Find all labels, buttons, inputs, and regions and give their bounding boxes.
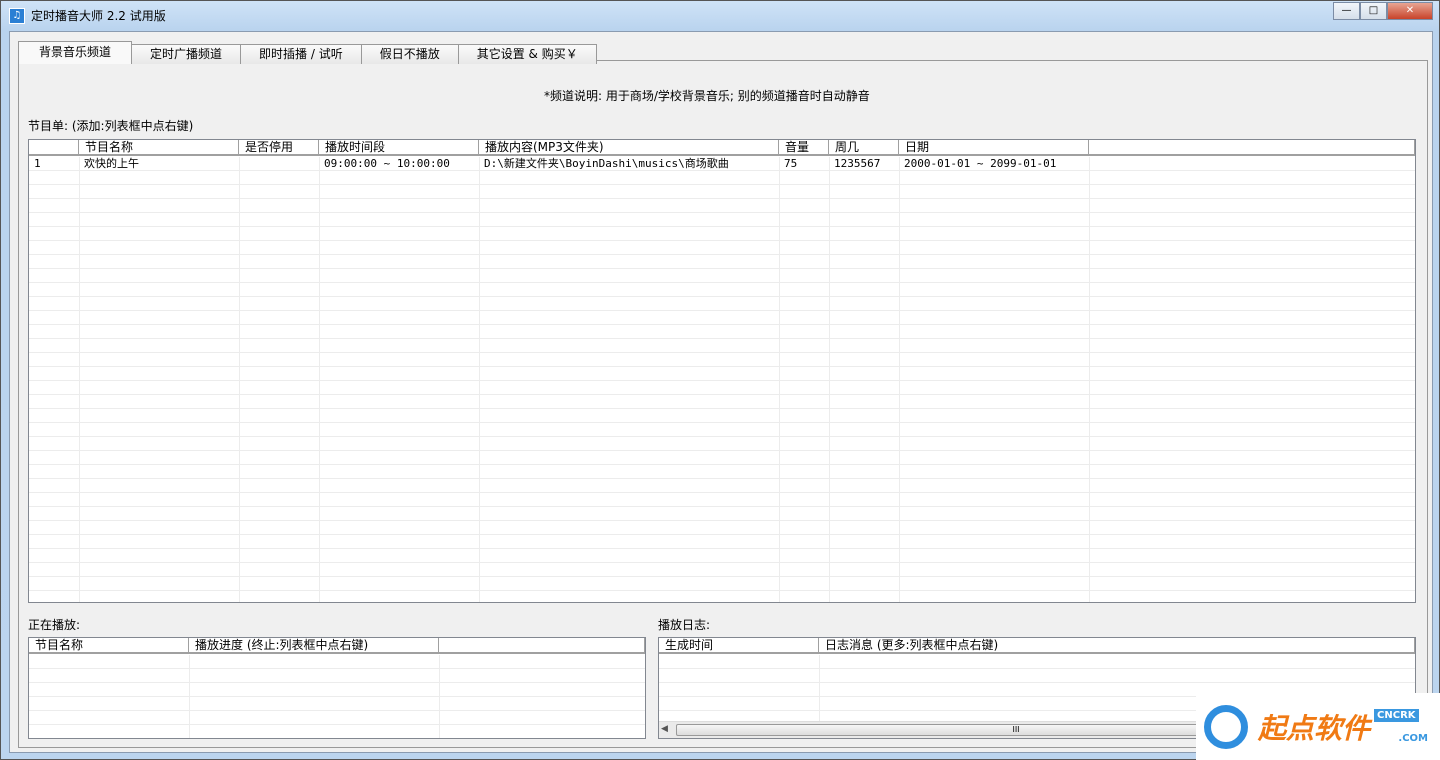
col-content[interactable]: 播放内容(MP3文件夹) — [479, 140, 779, 154]
cell-volume: 75 — [784, 157, 798, 170]
col-index[interactable] — [29, 140, 79, 154]
cell-extra — [1089, 157, 1415, 171]
col-extra — [1089, 140, 1415, 154]
maximize-button[interactable]: □ — [1360, 2, 1387, 20]
cell-weekday: 1235567 — [834, 157, 881, 170]
col-log-message[interactable]: 日志消息 (更多:列表框中点右键) — [819, 638, 1415, 652]
watermark-logo: 起点软件 CNCRK .COM — [1196, 693, 1440, 760]
tab-panel: *频道说明: 用于商场/学校背景音乐; 别的频道播音时自动静音 节目单: (添加… — [18, 60, 1428, 748]
close-button[interactable]: ✕ — [1387, 2, 1433, 20]
cell-content: D:\新建文件夹\BoyinDashi\musics\商场歌曲 — [484, 157, 729, 170]
col-volume[interactable]: 音量 — [779, 140, 829, 154]
program-table-body[interactable]: 1 欢快的上午 09:00:00 ~ 10:00:00 D:\新建文件夹\Boy… — [29, 157, 1415, 602]
col-date[interactable]: 日期 — [899, 140, 1089, 154]
now-playing-label: 正在播放: — [28, 618, 81, 632]
logo-ring-icon — [1204, 704, 1248, 749]
cell-date: 2000-01-01 ~ 2099-01-01 — [904, 157, 1057, 170]
col-disabled[interactable]: 是否停用 — [239, 140, 319, 154]
app-icon: ♫ — [9, 8, 25, 24]
col-program-name[interactable]: 节目名称 — [29, 638, 189, 652]
scroll-left-icon[interactable]: ◀ — [661, 724, 668, 734]
app-window: ♫ 定时播音大师 2.2 试用版 — □ ✕ *频道说明: 用于商场/学校背景音… — [0, 0, 1440, 760]
program-table-header: 节目名称 是否停用 播放时间段 播放内容(MP3文件夹) 音量 周几 日期 — [29, 140, 1415, 156]
program-table[interactable]: 节目名称 是否停用 播放时间段 播放内容(MP3文件夹) 音量 周几 日期 1 … — [28, 139, 1416, 603]
watermark-text: 起点软件 — [1258, 711, 1371, 745]
tab-instant-play[interactable]: 即时插播 / 试听 — [240, 44, 362, 64]
now-playing-header: 节目名称 播放进度 (终止:列表框中点右键) — [29, 638, 645, 654]
tab-bar: 背景音乐频道 定时广播频道 即时插播 / 试听 假日不播放 其它设置 & 购买￥ — [18, 41, 597, 64]
table-row[interactable]: 1 欢快的上午 09:00:00 ~ 10:00:00 D:\新建文件夹\Boy… — [29, 157, 1415, 171]
watermark-domain: .COM — [1398, 733, 1428, 744]
col-progress[interactable]: 播放进度 (终止:列表框中点右键) — [189, 638, 439, 652]
channel-description: *频道说明: 用于商场/学校背景音乐; 别的频道播音时自动静音 — [544, 89, 870, 103]
log-header: 生成时间 日志消息 (更多:列表框中点右键) — [659, 638, 1415, 654]
col-weekday[interactable]: 周几 — [829, 140, 899, 154]
tab-scheduled-broadcast[interactable]: 定时广播频道 — [131, 44, 242, 64]
program-list-label: 节目单: (添加:列表框中点右键) — [28, 119, 194, 133]
col-name[interactable]: 节目名称 — [79, 140, 239, 154]
tab-holiday[interactable]: 假日不播放 — [360, 44, 459, 64]
cell-name: 欢快的上午 — [84, 157, 139, 170]
now-playing-table[interactable]: 节目名称 播放进度 (终止:列表框中点右键) — [28, 637, 646, 739]
cell-time: 09:00:00 ~ 10:00:00 — [324, 157, 450, 170]
client-area: *频道说明: 用于商场/学校背景音乐; 别的频道播音时自动静音 节目单: (添加… — [9, 31, 1433, 753]
col-extra — [439, 638, 645, 652]
window-title: 定时播音大师 2.2 试用版 — [31, 9, 166, 23]
cell-index: 1 — [34, 157, 41, 170]
now-playing-body[interactable] — [29, 655, 645, 738]
watermark-badge: CNCRK — [1374, 709, 1419, 722]
col-created-time[interactable]: 生成时间 — [659, 638, 819, 652]
tab-background-music[interactable]: 背景音乐频道 — [18, 41, 133, 64]
col-time[interactable]: 播放时间段 — [319, 140, 479, 154]
log-label: 播放日志: — [658, 618, 711, 632]
cell-disabled — [239, 157, 319, 171]
minimize-button[interactable]: — — [1333, 2, 1360, 20]
title-bar: ♫ 定时播音大师 2.2 试用版 — □ ✕ — [1, 1, 1439, 29]
tab-settings-purchase[interactable]: 其它设置 & 购买￥ — [457, 44, 597, 64]
